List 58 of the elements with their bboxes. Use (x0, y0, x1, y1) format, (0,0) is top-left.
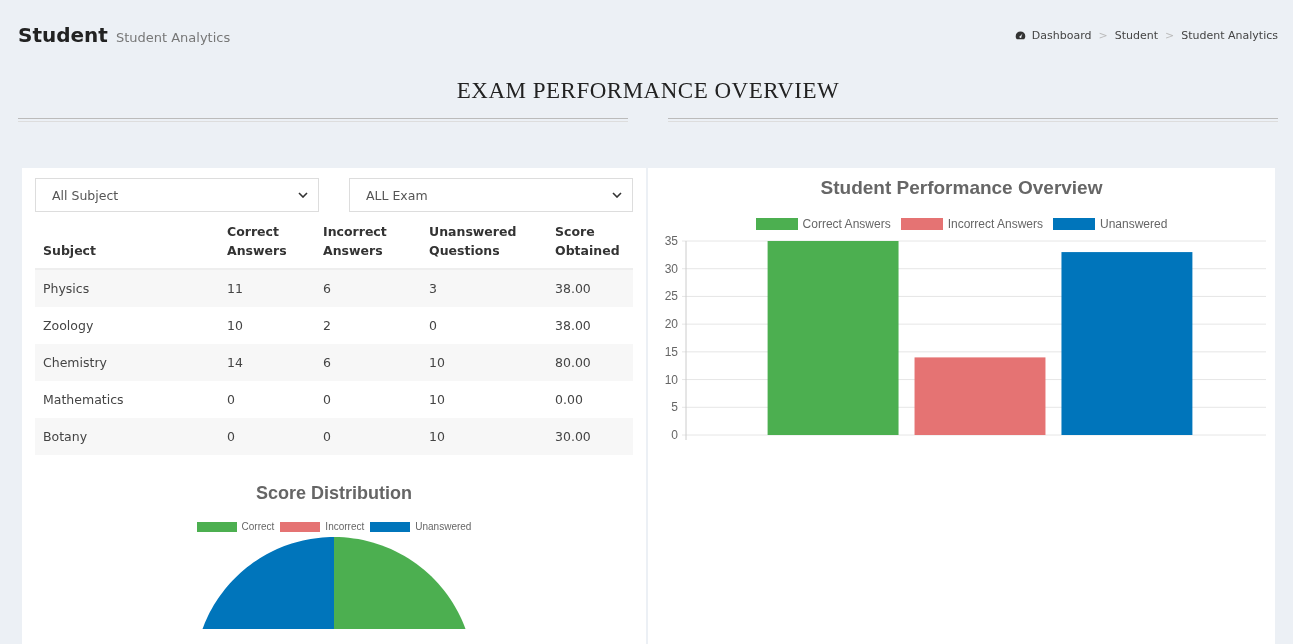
table-cell: Chemistry (35, 344, 219, 381)
legend-label: Correct Answers (802, 217, 891, 231)
column-header: Subject (35, 218, 219, 269)
axis-tick-label: 35 (664, 234, 678, 248)
table-cell: 0 (315, 381, 421, 418)
table-cell: 0 (219, 381, 315, 418)
table-cell: 38.00 (547, 269, 633, 307)
table-cell: Zoology (35, 307, 219, 344)
table-cell: 0 (315, 418, 421, 455)
chart-title: Score Distribution (255, 483, 413, 504)
legend-label: Unanswered (415, 521, 472, 532)
table-cell: 30.00 (547, 418, 633, 455)
column-header: Correct Answers (219, 218, 315, 269)
chart-title: Student Performance Overview (820, 177, 1103, 199)
axis-tick-label: 0 (670, 428, 678, 442)
table-cell: 10 (421, 344, 547, 381)
page-subtitle: Student Analytics (115, 30, 231, 45)
filter-dropdown[interactable]: ALL Exam (349, 178, 633, 212)
table-cell: 6 (315, 344, 421, 381)
column-header: Score Obtained (547, 218, 633, 269)
table-cell: Mathematics (35, 381, 219, 418)
section-title: EXAM PERFORMANCE OVERVIEW (455, 78, 841, 104)
legend-label: Unanswered (1100, 217, 1168, 231)
axis-tick-label: 20 (664, 317, 678, 332)
table-cell: 10 (421, 381, 547, 418)
page-title: Student (18, 23, 108, 47)
axis-tick-label: 10 (664, 372, 678, 387)
table-cell: Botany (35, 418, 219, 455)
table-cell: 10 (219, 307, 315, 344)
column-header: Incorrect Answers (315, 218, 421, 269)
table-cell: 11 (219, 269, 315, 307)
table-cell: 2 (315, 307, 421, 344)
table-cell: 14 (219, 344, 315, 381)
legend-label: Incorrect (325, 521, 365, 532)
table-cell: 80.00 (547, 344, 633, 381)
column-header: Unanswered Questions (421, 218, 547, 269)
table-cell: 0.00 (547, 381, 633, 418)
breadcrumb-link[interactable]: Student (1114, 28, 1159, 42)
chevron-down-icon (612, 192, 622, 198)
table-cell: 38.00 (547, 307, 633, 344)
legend-label: Correct (241, 521, 275, 532)
table-cell: 0 (219, 418, 315, 455)
axis-tick-label: 5 (670, 400, 678, 415)
table-cell: 6 (315, 269, 421, 307)
breadcrumb-link[interactable]: Student Analytics (1181, 28, 1278, 42)
breadcrumb-separator: > (1165, 28, 1175, 42)
table-cell: 3 (421, 269, 547, 307)
legend-label: Incorrect Answers (947, 217, 1043, 231)
breadcrumb-link[interactable]: Dashboard (1031, 28, 1092, 42)
axis-tick-label: 25 (664, 289, 678, 304)
chevron-down-icon (298, 192, 308, 198)
breadcrumb-separator: > (1098, 28, 1108, 42)
axis-tick-label: 15 (664, 344, 678, 359)
filter-dropdown[interactable]: All Subject (35, 178, 319, 212)
axis-tick-label: 30 (664, 261, 678, 276)
table-cell: 0 (421, 307, 547, 344)
table-cell: 10 (421, 418, 547, 455)
table-cell: Physics (35, 269, 219, 307)
